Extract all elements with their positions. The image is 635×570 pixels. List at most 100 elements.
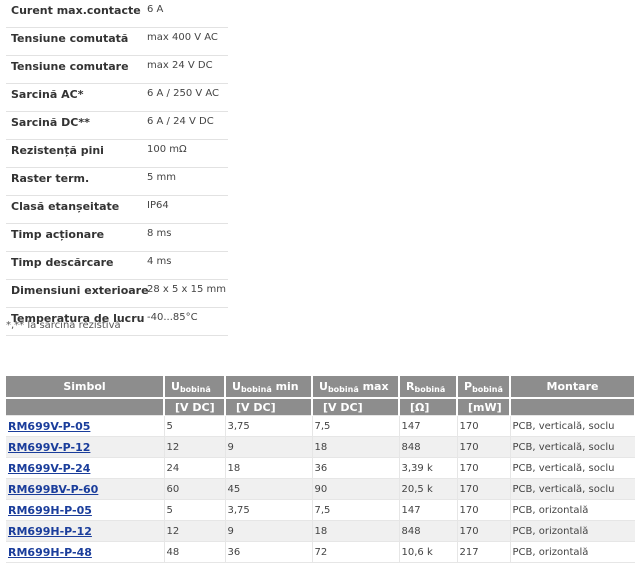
product-link[interactable]: RM699V-P-12 (8, 441, 90, 454)
table-row: RM699H-P-12 12 9 18 848 170 PCB, orizontală (6, 520, 635, 542)
unit-cell (510, 397, 635, 416)
cell-u: 5 (164, 415, 226, 437)
cell-umax: 72 (312, 541, 400, 563)
spec-label: Timp acționare (11, 228, 105, 241)
product-link[interactable]: RM699H-P-48 (8, 546, 92, 559)
cell-r: 10,6 k (399, 541, 458, 563)
cell-umax: 36 (312, 457, 400, 479)
table-row: RM699V-P-12 12 9 18 848 170 PCB, verticală, so… (6, 436, 635, 458)
cell-u: 48 (164, 541, 226, 563)
unit-cell: [V DC] (312, 397, 400, 416)
cell-u: 5 (164, 499, 226, 521)
unit-cell (6, 397, 165, 416)
cell-r: 3,39 k (399, 457, 458, 479)
spec-value: 6 A / 24 V DC (147, 116, 214, 127)
cell-umin: 18 (225, 457, 313, 479)
spec-value: 4 ms (147, 256, 172, 267)
cell-p: 170 (457, 520, 511, 542)
cell-p: 170 (457, 457, 511, 479)
cell-umin: 36 (225, 541, 313, 563)
product-link[interactable]: RM699H-P-05 (8, 504, 92, 517)
spec-value: -40...85°C (147, 312, 198, 323)
product-link[interactable]: RM699V-P-05 (8, 420, 90, 433)
spec-label: Sarcină DC** (11, 116, 90, 129)
product-link[interactable]: RM699BV-P-60 (8, 483, 98, 496)
cell-u: 60 (164, 478, 226, 500)
cell-p: 217 (457, 541, 511, 563)
cell-umin: 3,75 (225, 415, 313, 437)
symbol-cell: RM699H-P-12 (6, 520, 165, 542)
cell-p: 170 (457, 415, 511, 437)
spec-value: 5 mm (147, 172, 177, 183)
spec-label: Clasă etanșeitate (11, 200, 120, 213)
header-u-max: Ubobină max (312, 376, 400, 398)
unit-cell: [Ω] (399, 397, 458, 416)
cell-umin: 9 (225, 436, 313, 458)
product-table: Simbol Ubobină Ubobină min Ubobină max R… (6, 376, 635, 563)
spec-value: 6 A (147, 4, 164, 15)
spec-value: max 24 V DC (147, 60, 213, 71)
cell-mount: PCB, verticală, soclu (510, 415, 635, 437)
cell-r: 147 (399, 415, 458, 437)
spec-row: Timp descărcare 4 ms (6, 252, 228, 280)
table-row: RM699BV-P-60 60 45 90 20,5 k 170 PCB, vertical… (6, 478, 635, 500)
spec-row: Tensiune comutată max 400 V AC (6, 28, 228, 56)
cell-r: 20,5 k (399, 478, 458, 500)
spec-row: Tensiune comutare max 24 V DC (6, 56, 228, 84)
spec-value: max 400 V AC (147, 32, 218, 43)
cell-umax: 7,5 (312, 499, 400, 521)
spec-row: Timp acționare 8 ms (6, 224, 228, 252)
header-mount: Montare (510, 376, 635, 398)
spec-value: 6 A / 250 V AC (147, 88, 220, 99)
header-p-coil: Pbobină (457, 376, 511, 398)
cell-p: 170 (457, 499, 511, 521)
spec-label: Curent max.contacte (11, 4, 141, 17)
symbol-cell: RM699V-P-24 (6, 457, 165, 479)
unit-cell: [mW] (457, 397, 511, 416)
product-link[interactable]: RM699V-P-24 (8, 462, 90, 475)
spec-row: Clasă etanșeitate IP64 (6, 196, 228, 224)
symbol-cell: RM699V-P-12 (6, 436, 165, 458)
cell-r: 147 (399, 499, 458, 521)
units-row: [V DC] [V DC] [V DC] [Ω] [mW] (6, 397, 635, 416)
header-u-min: Ubobină min (225, 376, 313, 398)
header-r-coil: Rbobină (399, 376, 458, 398)
table-row: RM699H-P-48 48 36 72 10,6 k 217 PCB, orizontal… (6, 541, 635, 563)
unit-cell: [V DC] (225, 397, 313, 416)
cell-mount: PCB, verticală, soclu (510, 457, 635, 479)
cell-umax: 90 (312, 478, 400, 500)
cell-umin: 45 (225, 478, 313, 500)
spec-row: Sarcină AC* 6 A / 250 V AC (6, 84, 228, 112)
spec-row: Raster term. 5 mm (6, 168, 228, 196)
spec-row: Sarcină DC** 6 A / 24 V DC (6, 112, 228, 140)
cell-umin: 3,75 (225, 499, 313, 521)
cell-u: 12 (164, 436, 226, 458)
spec-row: Curent max.contacte 6 A (6, 0, 228, 28)
cell-umin: 9 (225, 520, 313, 542)
cell-mount: PCB, verticală, soclu (510, 436, 635, 458)
table-row: RM699V-P-24 24 18 36 3,39 k 170 PCB, verticală… (6, 457, 635, 479)
spec-table: Curent max.contacte 6 A Tensiune comutată m… (6, 0, 228, 336)
cell-p: 170 (457, 478, 511, 500)
table-row: RM699V-P-05 5 3,75 7,5 147 170 PCB, verticală,… (6, 415, 635, 437)
spec-label: Raster term. (11, 172, 90, 185)
symbol-cell: RM699H-P-05 (6, 499, 165, 521)
symbol-cell: RM699BV-P-60 (6, 478, 165, 500)
spec-value: 28 x 5 x 15 mm (147, 284, 227, 295)
table-row: RM699H-P-05 5 3,75 7,5 147 170 PCB, orizontală (6, 499, 635, 521)
product-link[interactable]: RM699H-P-12 (8, 525, 92, 538)
unit-cell: [V DC] (164, 397, 226, 416)
spec-value: IP64 (147, 200, 169, 211)
cell-mount: PCB, verticală, soclu (510, 478, 635, 500)
cell-mount: PCB, orizontală (510, 541, 635, 563)
spec-value: 8 ms (147, 228, 172, 239)
spec-label: Sarcină AC* (11, 88, 84, 101)
cell-umax: 18 (312, 436, 400, 458)
cell-p: 170 (457, 436, 511, 458)
header-u-coil: Ubobină (164, 376, 226, 398)
spec-label: Rezistență pini (11, 144, 104, 157)
header-symbol: Simbol (6, 376, 165, 398)
spec-value: 100 mΩ (147, 144, 187, 155)
cell-u: 24 (164, 457, 226, 479)
header-row: Simbol Ubobină Ubobină min Ubobină max R… (6, 376, 635, 398)
